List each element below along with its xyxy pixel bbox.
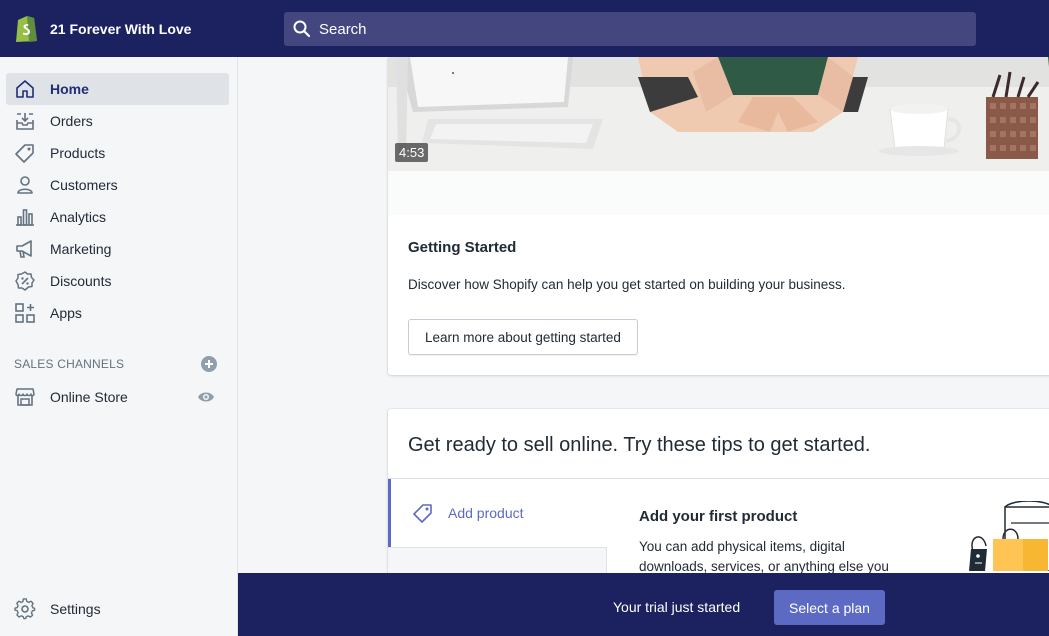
- store-switcher[interactable]: 21 Forever With Love: [14, 14, 191, 43]
- sidebar-item-label: Apps: [50, 305, 82, 321]
- sidebar-item-marketing[interactable]: Marketing: [6, 233, 229, 265]
- add-circle-icon[interactable]: [201, 356, 217, 372]
- video-thumbnail[interactable]: 4:53: [388, 57, 1049, 171]
- tip-title: Add your first product: [639, 508, 798, 525]
- shopping-bag-illustration: [969, 501, 1049, 571]
- sidebar-item-orders[interactable]: Orders: [6, 105, 229, 137]
- sidebar-item-analytics[interactable]: Analytics: [6, 201, 229, 233]
- sidebar-item-discounts[interactable]: Discounts: [6, 265, 229, 297]
- sales-channels-label: SALES CHANNELS: [14, 357, 125, 371]
- tab-add-product[interactable]: Add product: [388, 479, 607, 547]
- home-icon: [7, 78, 43, 100]
- tag-icon: [413, 504, 432, 523]
- store-name: 21 Forever With Love: [50, 20, 192, 37]
- card-title: Getting Started: [408, 239, 517, 256]
- video-thumbnail-image: [388, 57, 1049, 171]
- search-bar[interactable]: [284, 12, 976, 46]
- sidebar-item-label: Online Store: [50, 389, 128, 405]
- tag-icon: [7, 142, 43, 164]
- sidebar: Home Orders Products Customers Analytics: [0, 57, 238, 636]
- top-bar: 21 Forever With Love: [0, 0, 1049, 57]
- sidebar-item-label: Customers: [50, 177, 118, 193]
- tips-title: Get ready to sell online. Try these tips…: [408, 434, 871, 456]
- sales-channels-header: SALES CHANNELS: [14, 356, 217, 372]
- sidebar-item-apps[interactable]: Apps: [6, 297, 229, 329]
- sidebar-item-label: Marketing: [50, 241, 112, 257]
- person-icon: [7, 174, 43, 196]
- main-nav: Home Orders Products Customers Analytics: [6, 73, 229, 329]
- sidebar-item-label: Home: [50, 81, 89, 97]
- tips-card: Get ready to sell online. Try these tips…: [388, 409, 1049, 573]
- gear-icon: [7, 598, 43, 620]
- learn-more-button[interactable]: Learn more about getting started: [408, 319, 638, 355]
- sidebar-item-settings[interactable]: Settings: [6, 593, 229, 625]
- main-content: 4:53 Getting Started Discover how Shopif…: [238, 57, 1049, 573]
- sidebar-item-label: Analytics: [50, 209, 107, 225]
- trial-text: Your trial just started: [613, 599, 741, 615]
- apps-icon: [7, 302, 43, 324]
- getting-started-card: 4:53 Getting Started Discover how Shopif…: [388, 57, 1049, 375]
- sidebar-item-label: Settings: [50, 601, 101, 617]
- select-plan-button[interactable]: Select a plan: [774, 590, 885, 625]
- discount-icon: [7, 270, 43, 292]
- sidebar-item-customers[interactable]: Customers: [6, 169, 229, 201]
- search-icon: [293, 20, 311, 38]
- sidebar-item-label: Discounts: [50, 273, 112, 289]
- trial-bar: Your trial just started Select a plan: [238, 573, 1049, 636]
- sidebar-item-products[interactable]: Products: [6, 137, 229, 169]
- megaphone-icon: [7, 238, 43, 260]
- eye-icon[interactable]: [197, 388, 215, 406]
- search-input[interactable]: [319, 20, 939, 38]
- sidebar-item-label: Products: [50, 145, 106, 161]
- video-caption-area: [388, 171, 1049, 215]
- sidebar-item-home[interactable]: Home: [6, 73, 229, 105]
- sidebar-item-label: Orders: [50, 113, 93, 129]
- tip-description: You can add physical items, digital down…: [639, 539, 889, 573]
- tab-list-rest: [388, 547, 607, 573]
- tab-label: Add product: [448, 505, 524, 521]
- store-icon: [7, 386, 43, 408]
- shopify-logo-icon: [16, 16, 37, 42]
- bar-chart-icon: [7, 206, 43, 228]
- sidebar-item-online-store[interactable]: Online Store: [6, 381, 229, 413]
- card-description: Discover how Shopify can help you get st…: [408, 277, 846, 292]
- video-duration: 4:53: [395, 143, 429, 162]
- orders-icon: [7, 110, 43, 132]
